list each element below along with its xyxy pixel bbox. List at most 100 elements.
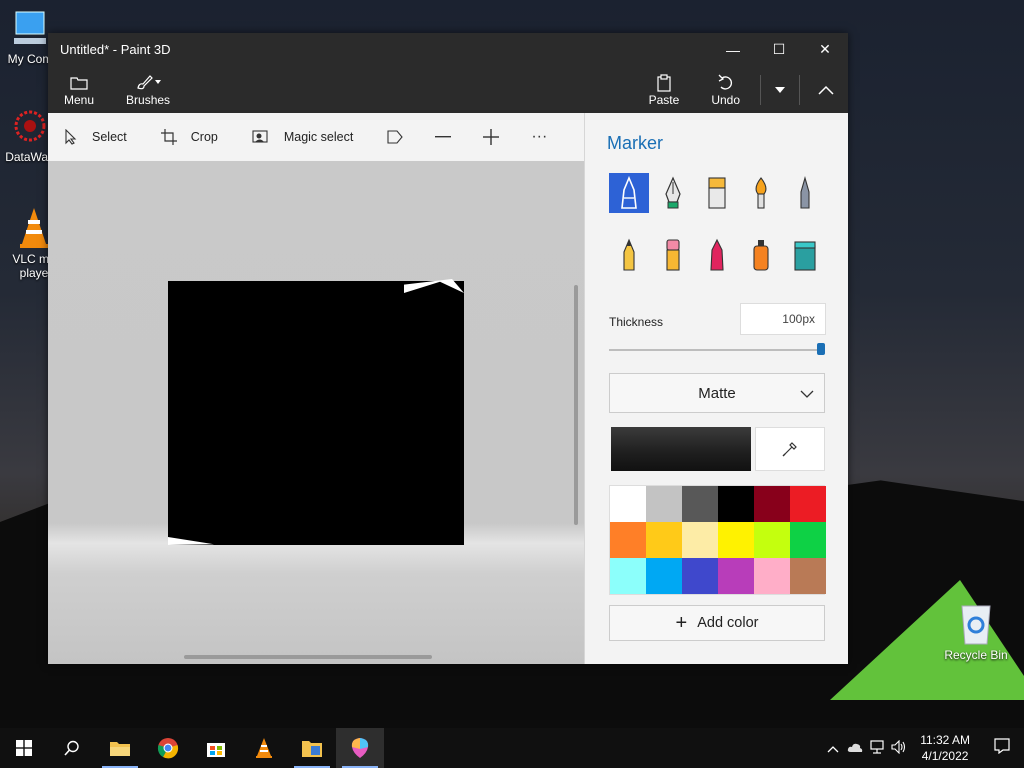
history-dropdown-button[interactable] <box>765 66 795 113</box>
color-swatch[interactable] <box>646 558 682 594</box>
chevron-up-icon[interactable] <box>822 741 844 756</box>
color-swatch[interactable] <box>754 522 790 558</box>
minimize-button[interactable]: — <box>710 33 756 66</box>
crop-tool[interactable]: Crop <box>145 113 236 161</box>
color-swatch[interactable] <box>682 558 718 594</box>
color-swatch[interactable] <box>754 558 790 594</box>
eyedropper-icon <box>782 442 797 457</box>
color-swatch[interactable] <box>682 486 718 522</box>
pencil-icon <box>623 238 635 271</box>
ribbon: Menu Brushes Paste Undo <box>48 66 848 113</box>
network-icon[interactable] <box>866 739 888 757</box>
crayon-icon <box>710 238 724 271</box>
plus-icon: + <box>675 611 688 634</box>
chevron-down-icon <box>775 86 785 93</box>
finish-dropdown[interactable]: Matte <box>609 373 825 413</box>
color-swatch[interactable] <box>610 522 646 558</box>
color-swatch[interactable] <box>610 486 646 522</box>
vlc-icon <box>256 738 272 758</box>
crop-icon <box>160 129 177 145</box>
brush-watercolor[interactable] <box>741 173 781 213</box>
color-swatch[interactable] <box>718 522 754 558</box>
brush-spray-can[interactable] <box>741 235 781 275</box>
select-tool[interactable]: Select <box>48 113 145 161</box>
brush-calligraphy-pen[interactable] <box>653 173 693 213</box>
maximize-button[interactable]: ☐ <box>756 33 802 66</box>
volume-icon[interactable] <box>888 739 910 757</box>
color-swatch[interactable] <box>790 486 826 522</box>
more-options-button[interactable]: ··· <box>515 113 563 161</box>
canvas-area[interactable] <box>48 161 584 664</box>
fill-bucket-icon <box>794 241 816 271</box>
color-swatch[interactable] <box>718 558 754 594</box>
brush-crayon[interactable] <box>697 235 737 275</box>
brush-pixel-pen[interactable] <box>785 173 825 213</box>
canvas-white-mark <box>168 537 214 545</box>
chrome-icon <box>157 738 179 759</box>
vertical-scrollbar[interactable] <box>574 285 578 525</box>
taskbar-file-manager[interactable] <box>288 728 336 768</box>
datawagon-icon <box>14 110 46 142</box>
brushes-button[interactable]: Brushes <box>110 66 186 113</box>
brush-fill[interactable] <box>785 235 825 275</box>
color-swatch[interactable] <box>646 522 682 558</box>
recycle-bin-icon <box>961 605 991 645</box>
marker-icon <box>621 176 637 209</box>
drawing-canvas[interactable] <box>168 279 464 545</box>
color-swatch[interactable] <box>682 522 718 558</box>
current-color-swatch[interactable] <box>611 427 751 471</box>
color-swatch[interactable] <box>790 558 826 594</box>
search-button[interactable] <box>48 728 96 768</box>
magic-select-tool[interactable]: Magic select <box>236 113 371 161</box>
folder-icon <box>70 76 88 90</box>
panel-title: Marker <box>607 133 664 153</box>
undo-icon <box>718 74 732 90</box>
notification-center-button[interactable] <box>980 737 1024 759</box>
chevron-down-icon <box>800 390 814 398</box>
cloud-icon[interactable] <box>844 741 866 756</box>
start-button[interactable] <box>0 728 48 768</box>
thickness-slider-thumb[interactable] <box>817 343 825 355</box>
menu-button[interactable]: Menu <box>48 66 110 113</box>
taskbar-store[interactable] <box>192 728 240 768</box>
undo-button[interactable]: Undo <box>695 66 756 113</box>
computer-icon <box>14 11 46 44</box>
taskbar-vlc[interactable] <box>240 728 288 768</box>
taskbar-chrome[interactable] <box>144 728 192 768</box>
taskbar-file-explorer[interactable] <box>96 728 144 768</box>
thickness-input[interactable]: 100px <box>740 303 826 335</box>
brush-pencil[interactable] <box>609 235 649 275</box>
flag-icon <box>387 130 404 144</box>
taskbar-clock[interactable]: 11:32 AM 4/1/2022 <box>910 732 980 764</box>
close-button[interactable]: ✕ <box>802 33 848 66</box>
desktop-icon-recycle-bin[interactable]: Recycle Bin <box>940 600 1012 662</box>
windows-logo-icon <box>16 740 32 756</box>
horizontal-scrollbar[interactable] <box>184 655 432 659</box>
spray-can-icon <box>753 240 769 271</box>
oil-brush-icon <box>708 177 726 209</box>
zoom-in-button[interactable] <box>467 113 515 161</box>
window-title: Untitled* - Paint 3D <box>60 42 171 57</box>
brush-eraser[interactable] <box>653 235 693 275</box>
brush-oil[interactable] <box>697 173 737 213</box>
plus-icon <box>483 129 500 145</box>
title-bar[interactable]: Untitled* - Paint 3D — ☐ ✕ <box>48 33 848 66</box>
paste-button[interactable]: Paste <box>633 66 696 113</box>
pointer-icon <box>65 129 77 145</box>
collapse-ribbon-button[interactable] <box>804 66 848 113</box>
thickness-slider-track[interactable] <box>609 349 823 351</box>
color-swatch[interactable] <box>610 558 646 594</box>
zoom-out-button[interactable] <box>419 113 467 161</box>
add-color-button[interactable]: + Add color <box>609 605 825 641</box>
flag-tool[interactable] <box>371 113 419 161</box>
tool-bar: Select Crop Magic select ··· <box>48 113 584 161</box>
color-swatch[interactable] <box>790 522 826 558</box>
color-swatch[interactable] <box>718 486 754 522</box>
taskbar-paint3d[interactable] <box>336 728 384 768</box>
color-swatch[interactable] <box>754 486 790 522</box>
pixel-pen-icon <box>800 176 810 209</box>
brush-marker[interactable] <box>609 173 649 213</box>
search-icon <box>64 740 79 756</box>
color-swatch[interactable] <box>646 486 682 522</box>
eyedropper-button[interactable] <box>755 427 825 471</box>
